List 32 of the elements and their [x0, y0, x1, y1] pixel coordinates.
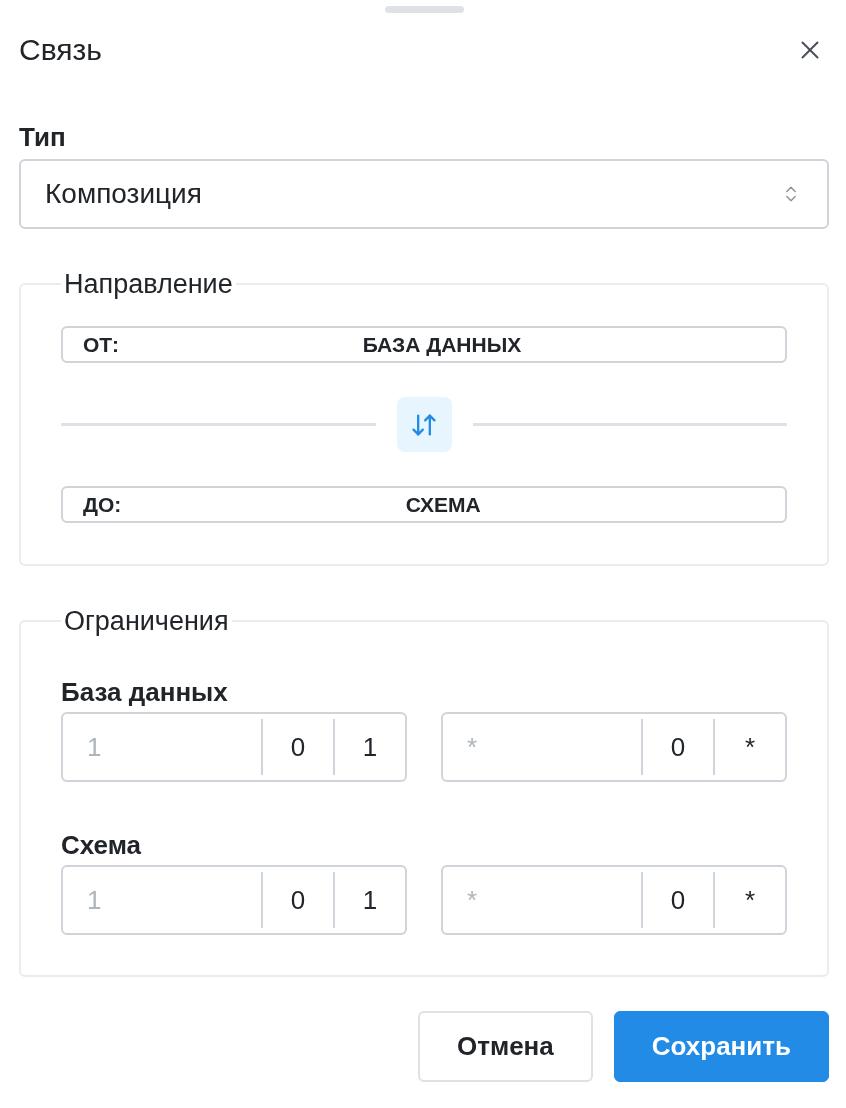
preset-button[interactable]: 0	[643, 714, 713, 780]
input-field[interactable]: 1	[63, 867, 261, 933]
endpoint-label: ОТ:	[83, 331, 119, 358]
section-legend: Ограничения	[61, 607, 232, 635]
endpoint-value: БАЗА ДАННЫХ	[361, 331, 523, 358]
field-label: Тип	[19, 123, 67, 151]
preset-button[interactable]: 1	[335, 714, 405, 780]
select-value: Композиция	[45, 177, 202, 211]
input-field[interactable]: *	[443, 867, 641, 933]
multiplicity-field[interactable]: 1 0 1	[61, 712, 407, 782]
type-select[interactable]: Композиция	[19, 159, 829, 229]
multiplicity-field[interactable]: 1 0 1	[61, 865, 407, 935]
endpoint-value: СХЕМА	[404, 491, 482, 518]
multiplicity-field[interactable]: * 0 *	[441, 865, 787, 935]
section-legend: Направление	[61, 270, 236, 298]
drag-handle[interactable]	[384, 6, 464, 13]
preset-button[interactable]: 1	[335, 867, 405, 933]
save-button[interactable]: Сохранить	[613, 1011, 829, 1082]
sheet-title: Связь	[19, 34, 102, 66]
preset-button[interactable]: 0	[643, 867, 713, 933]
endpoint-label: ДО:	[83, 491, 122, 518]
cancel-button[interactable]: Отмена	[417, 1011, 593, 1082]
input-field[interactable]: *	[443, 714, 641, 780]
field-label: База данных	[61, 678, 229, 706]
field-label: Схема	[61, 831, 143, 859]
preset-button[interactable]: *	[715, 867, 785, 933]
preset-button[interactable]: 0	[263, 867, 333, 933]
input-field[interactable]: 1	[63, 714, 261, 780]
swap-button[interactable]	[396, 397, 452, 452]
preset-button[interactable]: 0	[263, 714, 333, 780]
preset-button[interactable]: *	[715, 714, 785, 780]
multiplicity-field[interactable]: * 0 *	[441, 712, 787, 782]
